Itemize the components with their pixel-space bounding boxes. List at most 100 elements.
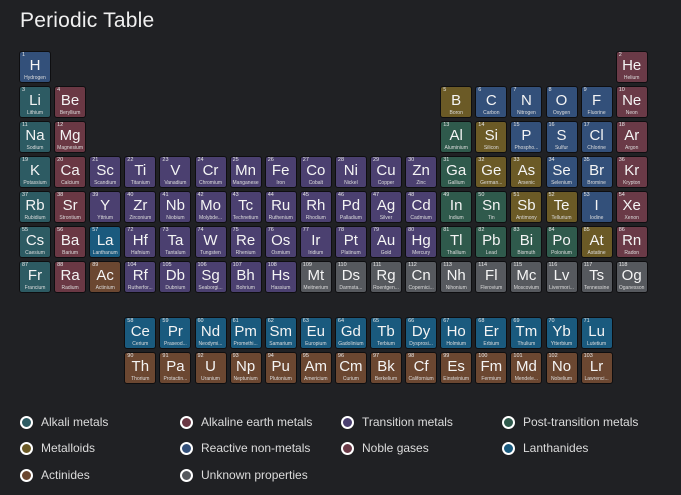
element-au[interactable]: 79 Au Gold bbox=[370, 226, 402, 258]
element-lr[interactable]: 103 Lr Lawrenci... bbox=[580, 352, 613, 384]
legend-item-alkali[interactable]: Alkali metals bbox=[20, 414, 108, 430]
element-fm[interactable]: 100 Fm Fermium bbox=[475, 352, 508, 384]
element-th[interactable]: 90 Th Thorium bbox=[124, 352, 157, 384]
element-cf[interactable]: 98 Cf Californium bbox=[405, 352, 438, 384]
element-pu[interactable]: 94 Pu Plutonium bbox=[264, 352, 297, 384]
element-re[interactable]: 75 Re Rhenium bbox=[229, 226, 262, 258]
element-ag[interactable]: 47 Ag Silver bbox=[370, 191, 402, 223]
legend-item-actinide[interactable]: Actinides bbox=[20, 467, 90, 483]
element-mg[interactable]: 12 Mg Magnesium bbox=[54, 121, 87, 153]
element-pd[interactable]: 46 Pd Palladium bbox=[334, 191, 367, 223]
element-fr[interactable]: 87 Fr Francium bbox=[19, 261, 51, 293]
element-mo[interactable]: 42 Mo Molybde... bbox=[194, 191, 227, 223]
element-ts[interactable]: 117 Ts Tennessine bbox=[580, 261, 613, 293]
element-u[interactable]: 92 U Uranium bbox=[194, 352, 227, 384]
legend-item-nonmetal[interactable]: Reactive non-metals bbox=[180, 440, 310, 456]
element-er[interactable]: 68 Er Erbium bbox=[475, 317, 508, 349]
element-in[interactable]: 49 In Indium bbox=[440, 191, 473, 223]
element-sc[interactable]: 21 Sc Scandium bbox=[89, 156, 122, 188]
element-np[interactable]: 93 Np Neptunium bbox=[229, 352, 262, 384]
element-ra[interactable]: 88 Ra Radium bbox=[54, 261, 87, 293]
element-ru[interactable]: 44 Ru Ruthenium bbox=[264, 191, 297, 223]
element-mc[interactable]: 115 Mc Moscovium bbox=[510, 261, 543, 293]
element-y[interactable]: 39 Y Yttrium bbox=[89, 191, 122, 223]
element-zn[interactable]: 30 Zn Zinc bbox=[405, 156, 438, 188]
element-be[interactable]: 4 Be Beryllium bbox=[54, 86, 87, 118]
element-am[interactable]: 95 Am Americium bbox=[299, 352, 332, 384]
element-rg[interactable]: 111 Rg Roentgen... bbox=[370, 261, 402, 293]
element-at[interactable]: 85 At Astatine bbox=[580, 226, 613, 258]
element-cr[interactable]: 24 Cr Chromium bbox=[194, 156, 227, 188]
element-v[interactable]: 23 V Vanadium bbox=[159, 156, 192, 188]
legend-item-transition[interactable]: Transition metals bbox=[341, 414, 453, 430]
element-al[interactable]: 13 Al Aluminium bbox=[440, 121, 473, 153]
element-w[interactable]: 74 W Tungsten bbox=[194, 226, 227, 258]
element-rb[interactable]: 37 Rb Rubidium bbox=[19, 191, 51, 223]
element-nd[interactable]: 60 Nd Neodymi... bbox=[194, 317, 227, 349]
element-li[interactable]: 3 Li Lithium bbox=[19, 86, 51, 118]
element-tl[interactable]: 81 Tl Thallium bbox=[440, 226, 473, 258]
element-os[interactable]: 76 Os Osmium bbox=[264, 226, 297, 258]
element-lv[interactable]: 116 Lv Livermori... bbox=[545, 261, 578, 293]
element-na[interactable]: 11 Na Sodium bbox=[19, 121, 51, 153]
element-tm[interactable]: 69 Tm Thulium bbox=[510, 317, 543, 349]
element-pb[interactable]: 82 Pb Lead bbox=[475, 226, 508, 258]
element-pt[interactable]: 78 Pt Platinum bbox=[334, 226, 367, 258]
element-sn[interactable]: 50 Sn Tin bbox=[475, 191, 508, 223]
element-nh[interactable]: 113 Nh Nihonium bbox=[440, 261, 473, 293]
element-sr[interactable]: 38 Sr Strontium bbox=[54, 191, 87, 223]
element-sm[interactable]: 62 Sm Samarium bbox=[264, 317, 297, 349]
element-pm[interactable]: 61 Pm Promethi... bbox=[229, 317, 262, 349]
element-bi[interactable]: 83 Bi Bismuth bbox=[510, 226, 543, 258]
element-o[interactable]: 8 O Oxygen bbox=[545, 86, 578, 118]
element-rf[interactable]: 104 Rf Rutherfor... bbox=[124, 261, 157, 293]
element-tc[interactable]: 43 Tc Technetium bbox=[229, 191, 262, 223]
element-as[interactable]: 33 As Arsenic bbox=[510, 156, 543, 188]
element-dy[interactable]: 66 Dy Dysprosi... bbox=[405, 317, 438, 349]
element-mn[interactable]: 25 Mn Manganese bbox=[229, 156, 262, 188]
element-cu[interactable]: 29 Cu Copper bbox=[370, 156, 402, 188]
element-he[interactable]: 2 He Helium bbox=[615, 51, 648, 83]
element-es[interactable]: 99 Es Einsteinium bbox=[440, 352, 473, 384]
element-md[interactable]: 101 Md Mendele... bbox=[510, 352, 543, 384]
element-ni[interactable]: 28 Ni Nickel bbox=[334, 156, 367, 188]
element-k[interactable]: 19 K Potassium bbox=[19, 156, 51, 188]
element-ho[interactable]: 67 Ho Holmium bbox=[440, 317, 473, 349]
element-fe[interactable]: 26 Fe Iron bbox=[264, 156, 297, 188]
element-gd[interactable]: 64 Gd Gadolinium bbox=[334, 317, 367, 349]
element-cm[interactable]: 96 Cm Curium bbox=[334, 352, 367, 384]
element-rn[interactable]: 86 Rn Radon bbox=[615, 226, 648, 258]
legend-item-metalloid[interactable]: Metalloids bbox=[20, 440, 95, 456]
element-c[interactable]: 6 C Carbon bbox=[475, 86, 508, 118]
element-hg[interactable]: 80 Hg Mercury bbox=[405, 226, 438, 258]
element-ce[interactable]: 58 Ce Cerium bbox=[124, 317, 157, 349]
element-br[interactable]: 35 Br Bromine bbox=[580, 156, 613, 188]
element-kr[interactable]: 36 Kr Krypton bbox=[615, 156, 648, 188]
element-cd[interactable]: 48 Cd Cadmium bbox=[405, 191, 438, 223]
element-xe[interactable]: 54 Xe Xenon bbox=[615, 191, 648, 223]
element-b[interactable]: 5 B Boron bbox=[440, 86, 473, 118]
element-hs[interactable]: 108 Hs Hassium bbox=[264, 261, 297, 293]
element-ar[interactable]: 18 Ar Argon bbox=[615, 121, 648, 153]
element-no[interactable]: 102 No Nobelium bbox=[545, 352, 578, 384]
element-cs[interactable]: 55 Cs Caesium bbox=[19, 226, 51, 258]
element-ga[interactable]: 31 Ga Gallium bbox=[440, 156, 473, 188]
element-zr[interactable]: 40 Zr Zirconium bbox=[124, 191, 157, 223]
element-i[interactable]: 53 I Iodine bbox=[580, 191, 613, 223]
element-co[interactable]: 27 Co Cobalt bbox=[299, 156, 332, 188]
element-ba[interactable]: 56 Ba Barium bbox=[54, 226, 87, 258]
element-lu[interactable]: 71 Lu Lutetium bbox=[580, 317, 613, 349]
element-sg[interactable]: 106 Sg Seaborgi... bbox=[194, 261, 227, 293]
element-nb[interactable]: 41 Nb Niobium bbox=[159, 191, 192, 223]
element-po[interactable]: 84 Po Polonium bbox=[545, 226, 578, 258]
element-eu[interactable]: 63 Eu Europium bbox=[299, 317, 332, 349]
element-p[interactable]: 15 P Phospho... bbox=[510, 121, 543, 153]
legend-item-alkaline[interactable]: Alkaline earth metals bbox=[180, 414, 312, 430]
legend-item-post[interactable]: Post-transition metals bbox=[502, 414, 638, 430]
element-se[interactable]: 34 Se Selenium bbox=[545, 156, 578, 188]
legend-item-noble[interactable]: Noble gases bbox=[341, 440, 429, 456]
element-ac[interactable]: 89 Ac Actinium bbox=[89, 261, 122, 293]
element-ta[interactable]: 73 Ta Tantalum bbox=[159, 226, 192, 258]
element-f[interactable]: 9 F Fluorine bbox=[580, 86, 613, 118]
element-s[interactable]: 16 S Sulfur bbox=[545, 121, 578, 153]
